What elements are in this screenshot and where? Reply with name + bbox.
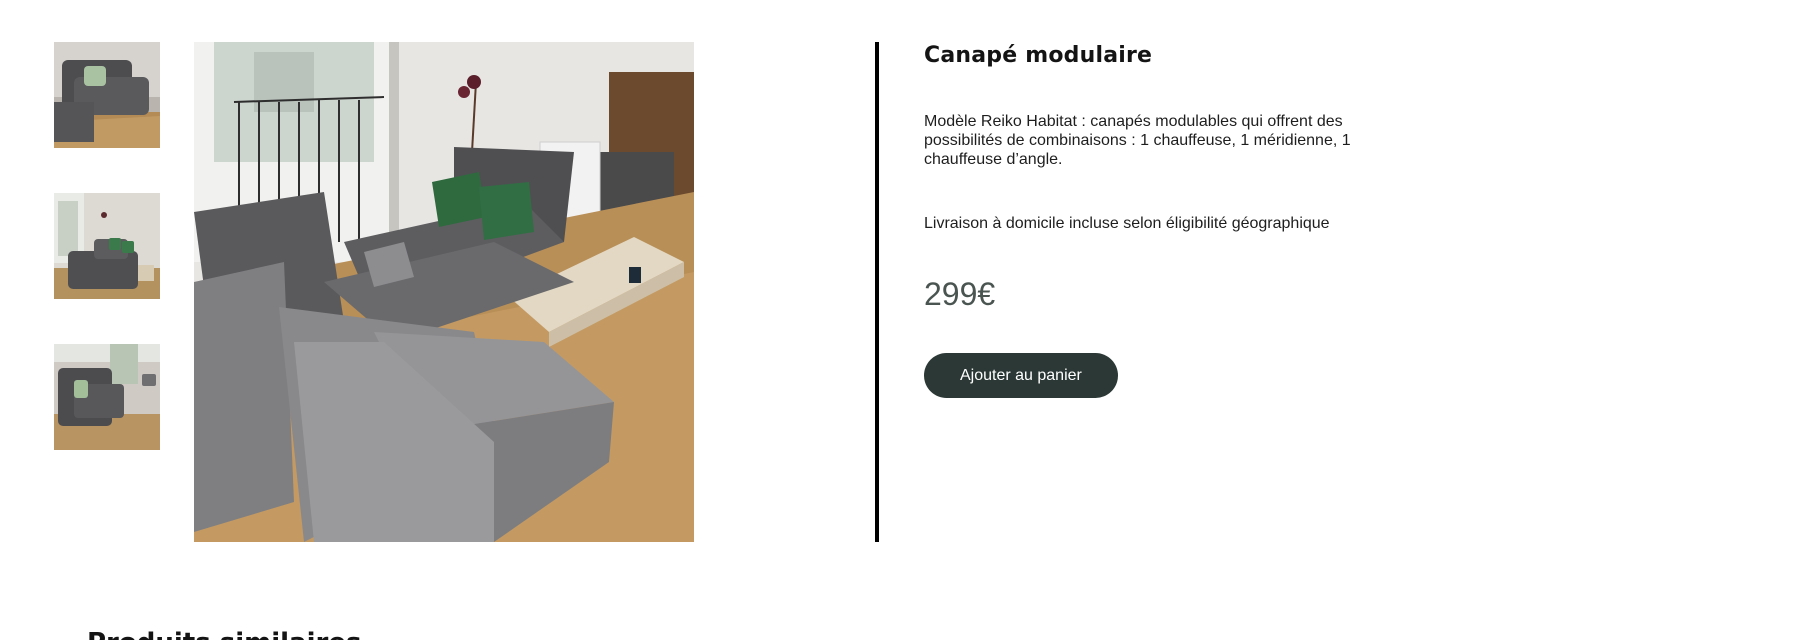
sofa-photo — [194, 42, 694, 542]
thumbnail-2[interactable] — [54, 193, 160, 299]
similar-products-heading: Produits similaires — [87, 628, 361, 640]
shipping-info: Livraison à domicile incluse selon éligi… — [924, 215, 1330, 232]
thumbnail-1-image — [54, 42, 160, 148]
thumbnail-3-image — [54, 344, 160, 450]
add-to-cart-button[interactable]: Ajouter au panier — [924, 353, 1118, 398]
product-description: Modèle Reiko Habitat : canapés modulable… — [924, 113, 1351, 168]
product-title: Canapé modulaire — [924, 43, 1153, 68]
vertical-divider — [875, 42, 879, 542]
thumbnail-2-image — [54, 193, 160, 299]
product-page: Canapé modulaire Modèle Reiko Habitat : … — [0, 0, 1805, 640]
product-price: 299€ — [924, 276, 996, 312]
main-product-image[interactable] — [194, 42, 694, 542]
thumbnail-1[interactable] — [54, 42, 160, 148]
thumbnail-3[interactable] — [54, 344, 160, 450]
product-info: Canapé modulaire Modèle Reiko Habitat : … — [924, 42, 1384, 398]
